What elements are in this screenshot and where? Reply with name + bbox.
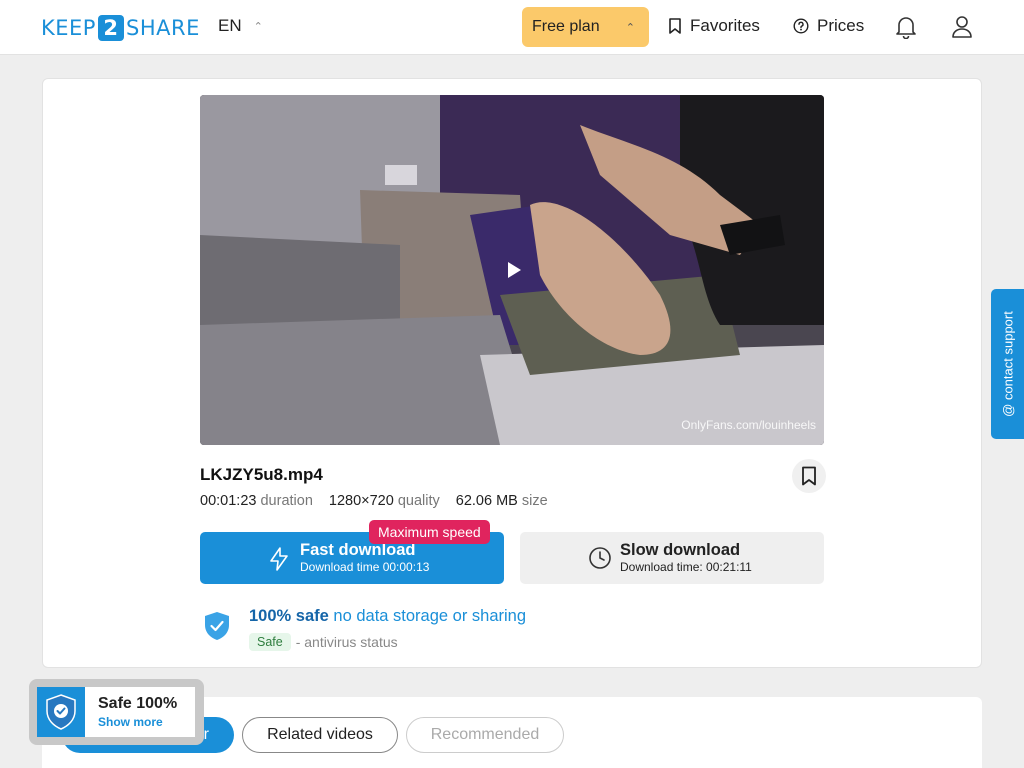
prices-label: Prices xyxy=(817,16,865,35)
duration-label: duration xyxy=(260,493,313,509)
safety-rest: no data storage or sharing xyxy=(333,607,527,625)
account-button[interactable] xyxy=(949,14,975,40)
favorites-link[interactable]: Favorites xyxy=(668,16,760,36)
quality-label: quality xyxy=(397,493,440,509)
keep2share-logo[interactable]: KEEP 2 SHARE xyxy=(41,15,200,41)
antivirus-status: Safe - antivirus status xyxy=(249,633,398,651)
slow-download-time: Download time: 00:21:11 xyxy=(620,560,752,574)
video-watermark: OnlyFans.com/louinheels xyxy=(681,418,816,432)
quality-value: 1280×720 xyxy=(328,493,394,509)
quality-meta: 1280×720 quality xyxy=(329,493,440,509)
slow-download-button[interactable]: Slow download Download time: 00:21:11 xyxy=(520,532,824,584)
lightning-icon xyxy=(270,547,288,571)
question-circle-icon xyxy=(793,18,809,34)
clock-icon xyxy=(589,547,611,569)
play-icon[interactable] xyxy=(504,260,524,280)
top-header: KEEP 2 SHARE EN ⌃ Free plan ⌃ Favorites Pr… xyxy=(0,0,1024,55)
file-card: OnlyFans.com/louinheels LKJZY5u8.mp4 00:… xyxy=(42,78,982,668)
chevron-up-icon: ⌃ xyxy=(625,21,635,34)
size-label: size xyxy=(521,493,548,509)
contact-support-tab[interactable]: @ contact support xyxy=(991,289,1024,439)
safe-widget-shield xyxy=(37,687,85,737)
shield-check-icon xyxy=(46,694,76,730)
language-label: EN xyxy=(218,16,242,35)
chevron-up-icon: ⌃ xyxy=(253,20,263,33)
file-meta: 00:01:23 duration 1280×720 quality 62.06… xyxy=(200,493,548,509)
size-value: 62.06 MB xyxy=(455,493,518,509)
fast-download-text: Fast download Download time 00:00:13 xyxy=(300,541,429,575)
plan-dropdown[interactable]: Free plan ⌃ xyxy=(522,7,649,47)
add-to-favorites-button[interactable] xyxy=(792,459,826,493)
tab-recommended[interactable]: Recommended xyxy=(406,717,564,753)
safe-badge: Safe xyxy=(249,633,291,651)
bookmark-icon xyxy=(669,18,681,34)
safe-widget-title: Safe 100% xyxy=(98,695,178,712)
bell-icon xyxy=(896,17,916,39)
slow-download-title: Slow download xyxy=(620,541,741,559)
safe-widget[interactable]: Safe 100% Show more xyxy=(29,679,204,745)
antivirus-status-label: - antivirus status xyxy=(295,634,398,650)
video-preview[interactable]: OnlyFans.com/louinheels xyxy=(200,95,824,445)
size-meta: 62.06 MB size xyxy=(456,493,548,509)
fast-download-time: Download time 00:00:13 xyxy=(300,560,430,574)
user-icon xyxy=(952,16,972,38)
safety-strong: 100% safe xyxy=(249,607,329,625)
safe-widget-show-more-link[interactable]: Show more xyxy=(98,715,163,729)
prices-link[interactable]: Prices xyxy=(793,16,864,36)
shield-check-icon xyxy=(205,612,229,640)
language-selector[interactable]: EN ⌃ xyxy=(218,16,263,36)
duration-meta: 00:01:23 duration xyxy=(200,493,313,509)
bookmark-icon xyxy=(802,466,816,486)
contact-support-label: @ contact support xyxy=(1000,311,1015,417)
maximum-speed-badge: Maximum speed xyxy=(369,520,490,544)
duration-value: 00:01:23 xyxy=(200,493,257,509)
plan-label: Free plan xyxy=(532,18,600,35)
logo-number: 2 xyxy=(97,15,124,41)
favorites-label: Favorites xyxy=(690,16,760,35)
slow-download-text: Slow download Download time: 00:21:11 xyxy=(620,541,752,575)
tab-related-videos[interactable]: Related videos xyxy=(242,717,398,753)
logo-text-keep: KEEP xyxy=(41,16,96,40)
safety-statement: 100% safe no data storage or sharing xyxy=(249,607,526,626)
notifications-button[interactable] xyxy=(893,14,919,40)
file-name: LKJZY5u8.mp4 xyxy=(200,465,323,484)
safe-widget-panel: Safe 100% Show more xyxy=(37,687,195,737)
logo-text-share: SHARE xyxy=(125,16,200,40)
